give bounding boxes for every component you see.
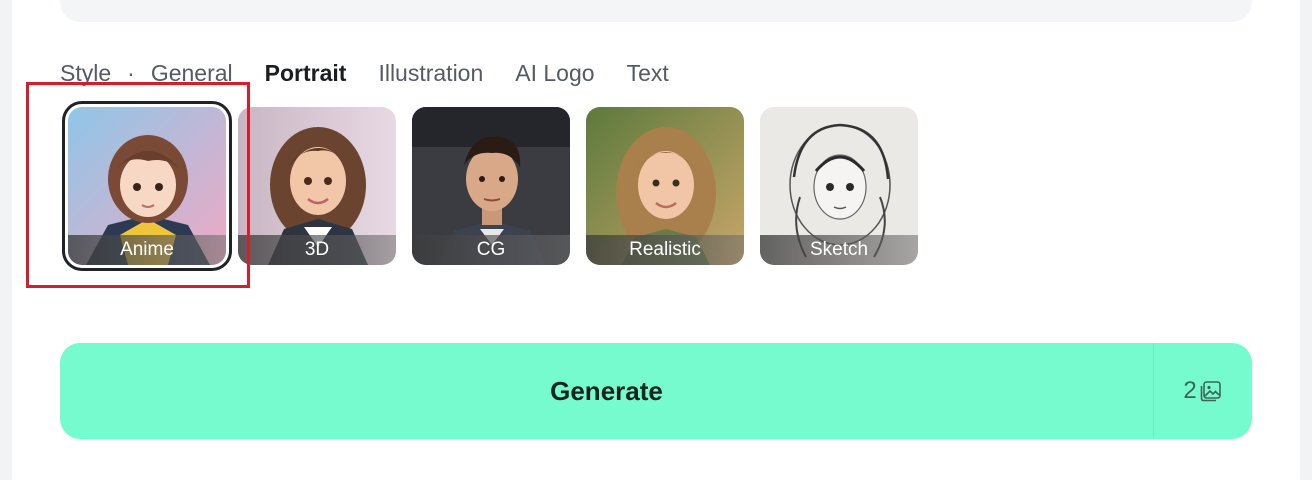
style-thumb-realistic[interactable]: Realistic: [586, 107, 744, 265]
style-thumb-anime[interactable]: Anime: [62, 101, 232, 271]
style-tabs: Style · General Portrait Illustration AI…: [60, 58, 701, 88]
image-count[interactable]: 2: [1154, 343, 1252, 439]
image-count-value: 2: [1183, 377, 1197, 404]
style-separator: ·: [127, 59, 135, 86]
image-stack-icon: [1200, 381, 1221, 402]
style-thumb-3d[interactable]: 3D: [238, 107, 396, 265]
top-panel: [60, 0, 1252, 22]
style-label: Style: [60, 59, 112, 86]
generate-label: Generate: [550, 375, 663, 406]
style-thumb-label: Anime: [68, 235, 226, 265]
tab-general[interactable]: General: [151, 60, 233, 87]
tab-illustration[interactable]: Illustration: [378, 60, 483, 87]
style-thumb-label: 3D: [238, 235, 396, 265]
style-thumb-label: Realistic: [586, 235, 744, 265]
tab-ai-logo[interactable]: AI Logo: [515, 60, 594, 87]
style-thumb-sketch[interactable]: Sketch: [760, 107, 918, 265]
generate-button[interactable]: Generate 2: [60, 343, 1252, 439]
style-thumb-label: Sketch: [760, 235, 918, 265]
tab-portrait[interactable]: Portrait: [265, 60, 347, 87]
style-thumb-cg[interactable]: CG: [412, 107, 570, 265]
tab-text[interactable]: Text: [627, 60, 669, 87]
style-thumb-label: CG: [412, 235, 570, 265]
